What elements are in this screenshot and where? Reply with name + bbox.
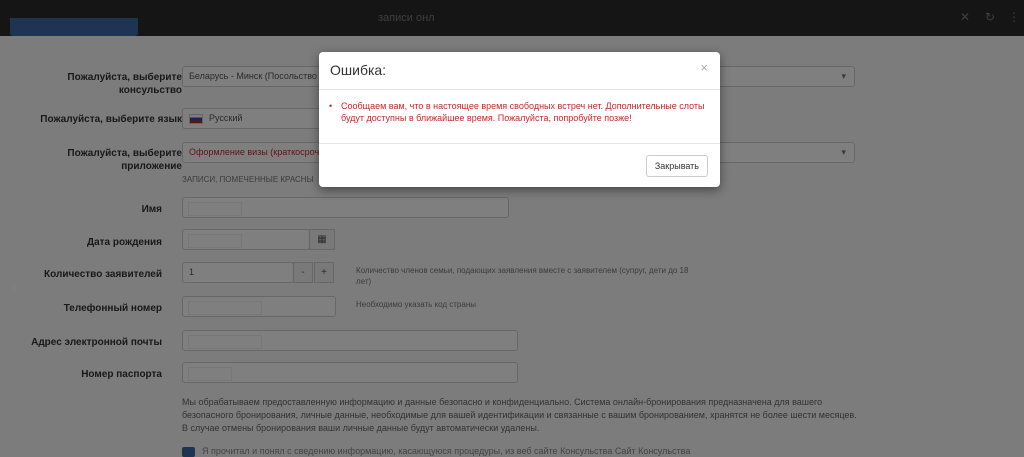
dialog-body: • Сообщаем вам, что в настоящее время св… [319, 90, 720, 143]
close-button[interactable]: Закрывать [645, 155, 708, 177]
error-dialog: Ошибка: × • Сообщаем вам, что в настояще… [319, 52, 720, 187]
error-message: • Сообщаем вам, что в настоящее время св… [329, 100, 711, 124]
close-icon[interactable]: × [700, 60, 708, 75]
dialog-title: Ошибка: [330, 62, 387, 78]
dialog-footer: Закрывать [319, 143, 720, 188]
bullet-icon: • [329, 101, 333, 111]
error-message-text: Сообщаем вам, что в настоящее время своб… [341, 101, 705, 123]
dialog-header: Ошибка: × [319, 52, 720, 90]
